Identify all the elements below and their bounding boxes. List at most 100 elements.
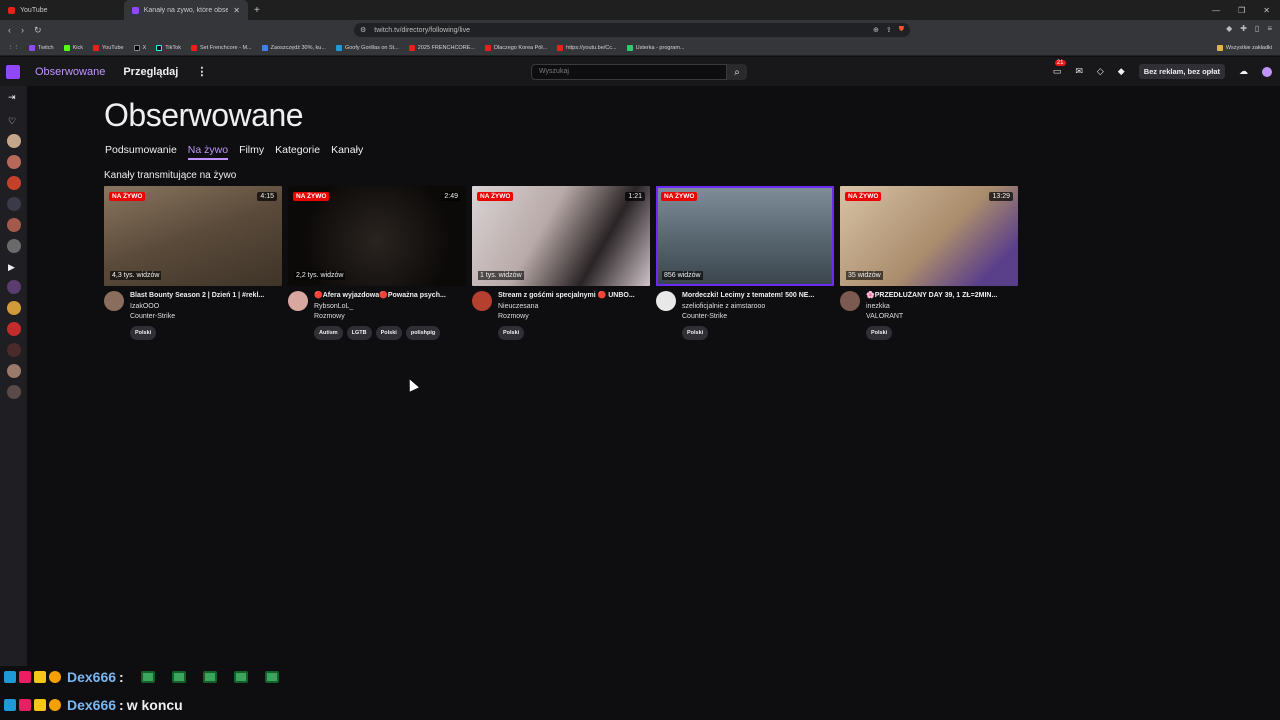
stream-thumbnail[interactable]: NA ŻYWO 4:15 4,3 tys. widzów [104, 186, 282, 286]
close-window-icon[interactable]: ✕ [1263, 6, 1270, 15]
nav-following[interactable]: Obserwowane [35, 66, 105, 78]
category-name[interactable]: Counter-Strike [130, 312, 280, 323]
followed-channel-avatar[interactable] [7, 239, 21, 253]
bookmark-icon [335, 44, 342, 51]
menu-icon[interactable]: ≡ [1267, 24, 1272, 33]
channel-avatar[interactable] [104, 291, 124, 311]
stream-thumbnail[interactable]: NA ŻYWO 856 widzów [656, 186, 834, 286]
bookmark[interactable]: Twitch [29, 44, 54, 51]
more-options-icon[interactable]: ⋮ [196, 65, 207, 78]
bits-icon[interactable]: ◆ [1118, 66, 1125, 77]
channel-name[interactable]: IzakOOO [130, 302, 280, 313]
followed-channel-avatar[interactable] [7, 218, 21, 232]
apps-icon[interactable]: ⋮⋮ [8, 45, 19, 51]
forward-icon[interactable]: › [21, 25, 24, 36]
search-icon[interactable]: ⌕ [727, 64, 747, 80]
back-icon[interactable]: ‹ [8, 25, 11, 36]
stream-title[interactable]: 🔴Afera wyjazdowa🔴Poważna psych... [314, 291, 464, 302]
extension-icon[interactable]: ◆ [1226, 24, 1232, 33]
category-name[interactable]: Rozmowy [314, 312, 464, 323]
stream-thumbnail[interactable]: NA ŻYWO 1:21 1 tys. widzów [472, 186, 650, 286]
channel-name[interactable]: RybsonLoL_ [314, 302, 464, 313]
channel-avatar[interactable] [840, 291, 860, 311]
bookmark[interactable]: 2025 FRENCHCORE... [408, 44, 475, 51]
followed-channel-avatar[interactable] [7, 197, 21, 211]
search-input[interactable]: Wyszukaj [531, 64, 727, 80]
bookmark[interactable]: Zaoszczędź 30%, ku... [261, 44, 326, 51]
close-tab-icon[interactable]: ✕ [233, 6, 240, 15]
channel-avatar[interactable] [656, 291, 676, 311]
tag[interactable]: Polski [682, 325, 709, 340]
tag[interactable]: Autism [314, 325, 343, 340]
browser-tab-twitch[interactable]: Kanały na żywo, które obserwuję ✕ [124, 0, 248, 20]
bookmark[interactable]: X [133, 44, 146, 51]
tag[interactable]: Polski [130, 325, 157, 340]
notifications-icon[interactable]: ▭ 21 [1053, 60, 1066, 77]
expand-sidebar-icon[interactable]: ⇥ [8, 92, 16, 103]
new-tab-button[interactable]: + [248, 5, 266, 16]
channel-name[interactable]: inezkka [866, 302, 1016, 313]
tag[interactable]: Polski [866, 325, 893, 340]
tag[interactable]: Polski [375, 325, 402, 340]
ad-free-button[interactable]: Bez reklam, bez opłat [1138, 64, 1225, 79]
stream-title[interactable]: Stream z gośćmi specjalnymi 🔴 UNBO... [498, 291, 648, 302]
tab-overview[interactable]: Podsumowanie [105, 144, 177, 160]
bookmark[interactable]: Kick [63, 44, 83, 51]
whispers-icon[interactable]: ✉ [1075, 66, 1083, 77]
category-name[interactable]: Rozmowy [498, 312, 648, 323]
brave-shield-icon[interactable]: ⛊ [899, 26, 904, 34]
category-name[interactable]: VALORANT [866, 312, 1016, 323]
crown-icon[interactable]: ◇ [1097, 66, 1104, 77]
tab-videos[interactable]: Filmy [239, 144, 264, 160]
recommended-channel-avatar[interactable] [7, 301, 21, 315]
all-bookmarks-folder[interactable]: Wszystkie zakładki [1216, 44, 1280, 51]
followed-channel-avatar[interactable] [7, 176, 21, 190]
recommended-channel-avatar[interactable] [7, 280, 21, 294]
url-bar[interactable]: ⚙ twitch.tv/directory/following/live ⊕ ⇪… [354, 23, 910, 37]
stream-title[interactable]: Mordeczki! Lecimy z tematem! 500 NE... [682, 291, 832, 302]
recommended-channel-avatar[interactable] [7, 322, 21, 336]
user-avatar[interactable] [1262, 66, 1272, 77]
stream-thumbnail[interactable]: NA ŻYWO 13:29 35 widzów [840, 186, 1018, 286]
restore-icon[interactable]: ❐ [1238, 6, 1245, 15]
channel-name[interactable]: Nieuczesana [498, 302, 648, 313]
followed-channel-avatar[interactable] [7, 155, 21, 169]
recommended-channel-avatar[interactable] [7, 343, 21, 357]
tag[interactable]: LGTB [346, 325, 372, 340]
bookmark[interactable]: https://youtu.be/Cc... [557, 44, 617, 51]
channel-avatar[interactable] [472, 291, 492, 311]
followed-channel-avatar[interactable] [7, 134, 21, 148]
stream-title[interactable]: 🌸PRZEDŁUŻANY DAY 39, 1 ZŁ=2MIN... [866, 291, 1016, 302]
nav-browse[interactable]: Przeglądaj [123, 66, 178, 78]
recommended-channel-avatar[interactable] [7, 385, 21, 399]
zoom-icon[interactable]: ⊕ [873, 26, 879, 34]
channel-avatar[interactable] [288, 291, 308, 311]
bookmark[interactable]: TikTok [156, 44, 181, 51]
bookmark[interactable]: YouTube [92, 44, 124, 51]
bookmark[interactable]: Dlaczego Korea Pół... [484, 44, 547, 51]
share-icon[interactable]: ⇪ [886, 26, 892, 34]
tab-live[interactable]: Na żywo [187, 144, 229, 160]
chat-separator: : [119, 669, 124, 685]
tag[interactable]: polishpig [405, 325, 441, 340]
tab-channels[interactable]: Kanały [331, 144, 363, 160]
bookmark[interactable]: Usterka - program... [626, 44, 685, 51]
category-name[interactable]: Counter-Strike [682, 312, 832, 323]
tab-categories[interactable]: Kategorie [275, 144, 320, 160]
sidebar-icon[interactable]: ▯ [1255, 24, 1259, 33]
stream-title[interactable]: Blast Bounty Season 2 | Dzień 1 | #rekl.… [130, 291, 280, 302]
channel-name[interactable]: szelioficjalnie [682, 303, 723, 310]
bookmark[interactable]: Goofy Gorillas on St... [335, 44, 399, 51]
stream-thumbnail[interactable]: NA ŻYWO 2:49 2,2 tys. widzów [288, 186, 466, 286]
site-info-icon[interactable]: ⚙ [360, 26, 366, 34]
twitch-logo-icon[interactable] [6, 64, 20, 79]
reload-icon[interactable]: ↻ [34, 25, 42, 36]
minimize-icon[interactable]: — [1212, 6, 1220, 15]
bookmark[interactable]: Set Frenchcore - M... [190, 44, 252, 51]
collab-label[interactable]: z aimstarooo [725, 303, 765, 310]
browser-tab-youtube[interactable]: YouTube [0, 0, 124, 20]
recommended-channel-avatar[interactable] [7, 364, 21, 378]
puzzle-icon[interactable]: ✚ [1240, 24, 1247, 33]
tag[interactable]: Polski [498, 325, 525, 340]
prime-icon[interactable]: ☁ [1239, 66, 1248, 77]
